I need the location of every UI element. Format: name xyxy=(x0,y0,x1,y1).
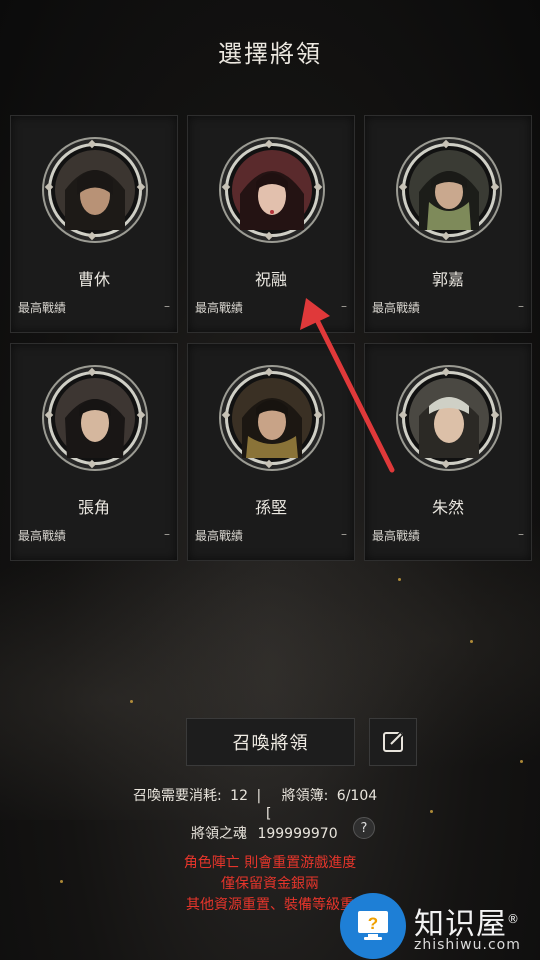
warning-line: 角色陣亡 則會重置游戲進度 xyxy=(183,855,357,871)
warning-line: 僅保留資金銀兩 xyxy=(221,876,319,892)
svg-text:?: ? xyxy=(368,914,378,933)
watermark-logo: ? xyxy=(340,893,406,959)
watermark-url: zhishiwu.com xyxy=(414,937,521,953)
soul-label: 將領之魂 xyxy=(191,826,247,842)
info-separator: | xyxy=(256,788,262,804)
edit-button[interactable] xyxy=(369,718,417,766)
summon-cost-value: 12 xyxy=(230,788,248,804)
bracket-mark: [ xyxy=(266,806,272,822)
soul-value: 199999970 xyxy=(257,826,338,842)
roster-value: 6/104 xyxy=(336,788,378,804)
summon-cost-label: 召喚需要消耗: xyxy=(133,788,222,804)
watermark: ? 知识屋® zhishiwu.com xyxy=(340,893,540,960)
summon-cost-line: 召喚需要消耗: 12 | 將領簿: 6/104 xyxy=(133,785,377,805)
summon-general-button[interactable]: 召喚將領 xyxy=(186,718,355,766)
monitor-help-icon: ? xyxy=(358,911,388,940)
roster-label: 將領簿: xyxy=(281,788,329,804)
soul-line: 將領之魂 199999970 xyxy=(191,823,338,843)
help-button[interactable]: ? xyxy=(353,817,375,839)
edit-icon xyxy=(383,731,404,752)
